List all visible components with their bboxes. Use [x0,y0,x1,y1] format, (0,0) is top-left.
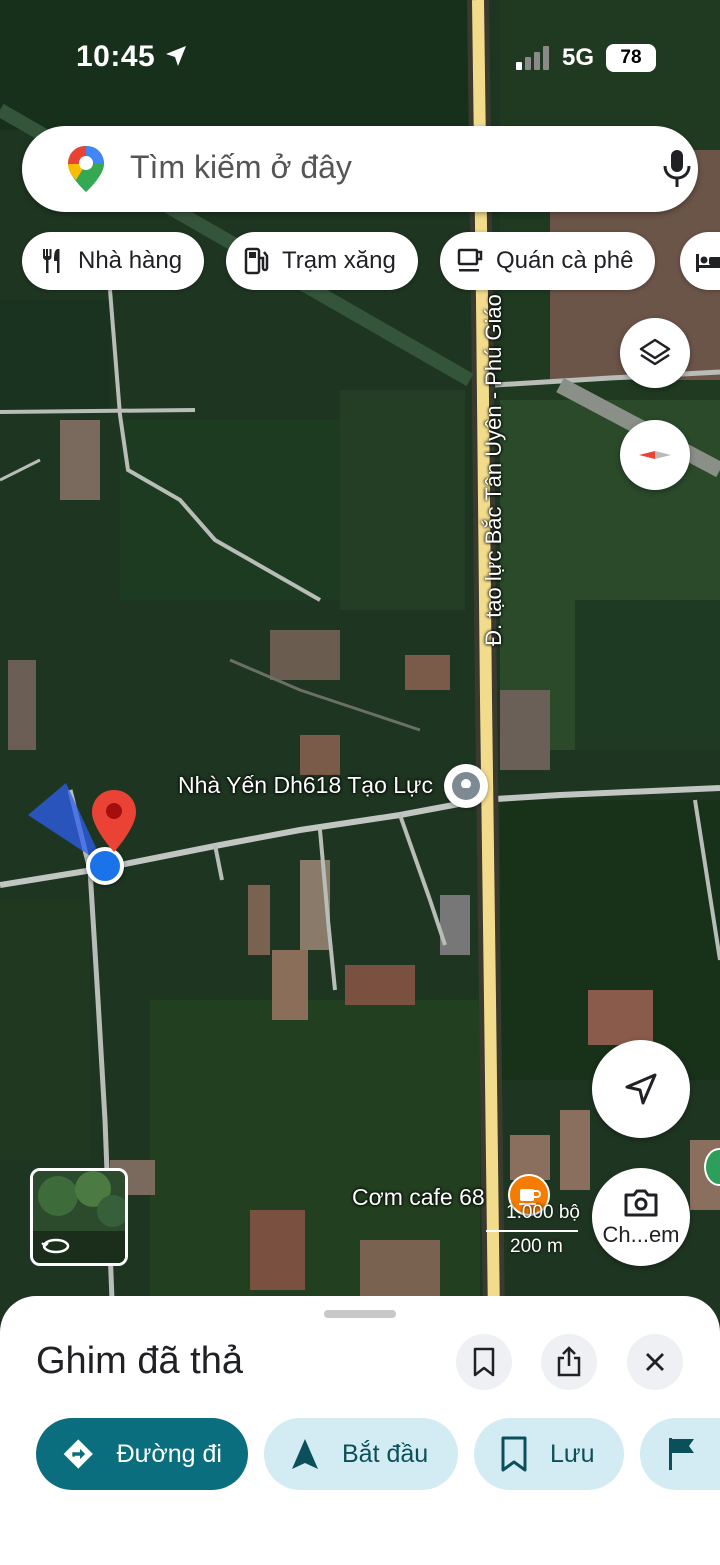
place-sheet[interactable]: Ghim đã thả Đường đi Bắt đầu Lưu [0,1296,720,1565]
coffee-icon [457,248,483,272]
share-icon [557,1346,581,1377]
save-pin-button[interactable] [456,1334,512,1390]
signal-icon [516,46,549,70]
road-label: Đ. tạo lực Bắc Tân Uyên - Phú Giáo [481,294,506,646]
start-button[interactable]: Bắt đầu [264,1418,458,1490]
map-scale: 1.000 bộ 200 m [486,1202,582,1262]
scale-feet: 1.000 bộ [506,1202,580,1223]
gas-station-icon [244,247,269,275]
flag-icon [669,1438,694,1470]
camera-search-icon [624,1189,658,1217]
navigation-icon [292,1439,318,1469]
save-label: Lưu [550,1439,595,1468]
search-bar[interactable]: Tìm kiếm ở đây [22,126,698,212]
sheet-drag-handle[interactable] [324,1310,396,1318]
battery-indicator: 78 [606,44,656,72]
chip-gas-stations[interactable]: Trạm xăng [226,232,418,290]
layers-icon [639,338,671,366]
chip-coffee[interactable]: Quán cà phê [440,232,656,290]
place-label-com-cafe[interactable]: Cơm cafe 68 [352,1184,485,1211]
rotate-360-icon [41,1238,70,1254]
street-view-button[interactable]: Ch...em [592,1168,690,1266]
chip-label: Nhà hàng [78,247,183,274]
bookmark-icon [473,1347,495,1377]
search-placeholder[interactable]: Tìm kiếm ở đây [130,149,352,186]
scale-meters: 200 m [510,1236,563,1257]
restaurant-icon [43,249,60,273]
network-type: 5G [562,44,595,71]
hotel-icon [696,254,720,272]
bookmark-icon [501,1436,527,1472]
google-maps-logo-icon [68,146,104,192]
sheet-title: Ghim đã thả [36,1340,243,1382]
street-view-thumbnail[interactable] [30,1168,128,1266]
place-label-nha-yen[interactable]: Nhà Yến Dh618 Tạo Lực [178,772,433,799]
place-pin-icon[interactable] [444,764,488,808]
chip-restaurants[interactable]: Nhà hàng [22,232,205,290]
chip-label: Quán cà phê [496,247,634,274]
my-location-button[interactable] [592,1040,690,1138]
save-button[interactable]: Lưu [474,1418,624,1490]
close-button[interactable] [627,1334,683,1390]
start-label: Bắt đầu [342,1439,429,1468]
label-button[interactable] [640,1418,720,1490]
directions-icon [63,1439,93,1469]
share-button[interactable] [541,1334,597,1390]
dropped-pin-icon[interactable] [90,788,138,854]
layers-button[interactable] [620,318,690,388]
street-view-label: Ch...em [602,1222,680,1247]
compass-icon [639,451,671,459]
navigation-arrow-icon [625,1073,657,1105]
compass-button[interactable] [620,420,690,490]
directions-button[interactable]: Đường đi [36,1418,248,1490]
maps-app: Đ. tạo lực Bắc Tân Uyên - Phú Giáo Nhà Y… [0,0,720,1565]
chip-label: Trạm xăng [282,247,396,274]
status-bar: 10:45 5G 78 [0,0,720,120]
status-time: 10:45 [76,40,156,73]
scale-bar [486,1230,578,1232]
close-icon [646,1353,664,1371]
microphone-icon[interactable] [660,148,694,190]
location-arrow-icon [166,46,186,66]
directions-label: Đường đi [116,1439,222,1468]
